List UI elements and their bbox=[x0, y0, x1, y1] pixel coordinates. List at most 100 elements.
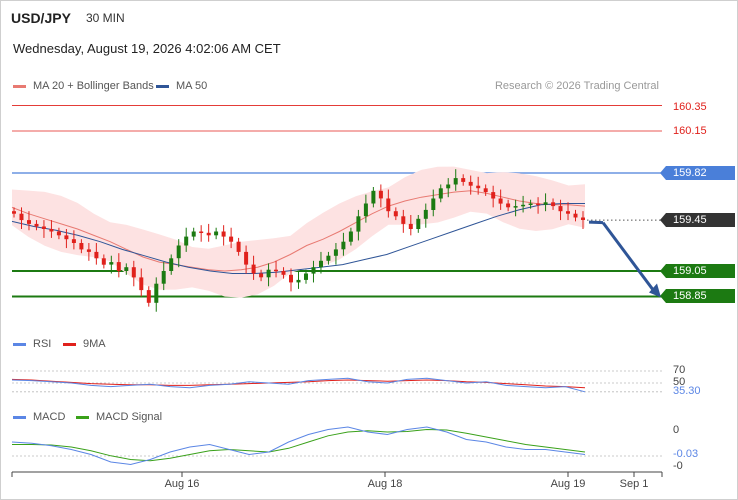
candle-body bbox=[34, 223, 39, 227]
candle-body bbox=[139, 277, 144, 291]
candle-body bbox=[543, 202, 548, 205]
candle-body bbox=[521, 204, 526, 207]
candle-body bbox=[416, 218, 421, 229]
candle-body bbox=[161, 271, 166, 284]
candle-body bbox=[236, 241, 241, 252]
candle-body bbox=[438, 188, 443, 199]
rsi-level-70: 70 bbox=[673, 364, 686, 376]
candle-body bbox=[333, 249, 338, 256]
candle-body bbox=[491, 192, 496, 199]
candle-body bbox=[319, 260, 323, 268]
candle-body bbox=[12, 211, 16, 214]
candle-body bbox=[483, 188, 488, 193]
x-label-aug16: Aug 16 bbox=[164, 478, 200, 490]
candle-body bbox=[528, 203, 533, 205]
candle-body bbox=[251, 264, 256, 274]
candle-body bbox=[176, 245, 181, 259]
candle-body bbox=[311, 267, 316, 274]
candle-body bbox=[169, 258, 174, 271]
candle-body bbox=[378, 190, 383, 199]
candle-body bbox=[191, 231, 196, 237]
legend-macd: MACD bbox=[13, 411, 65, 423]
candle-body bbox=[244, 251, 249, 265]
legend-rsi: RSI bbox=[13, 338, 51, 350]
candle-body bbox=[259, 273, 264, 278]
candle-body bbox=[573, 213, 578, 218]
candle-body bbox=[64, 235, 69, 240]
candle-body bbox=[41, 226, 46, 229]
candle-body bbox=[536, 203, 541, 205]
candle-body bbox=[581, 217, 585, 220]
candle-body bbox=[281, 271, 286, 275]
candle-body bbox=[393, 211, 398, 217]
rsi-swatch bbox=[13, 342, 26, 346]
candle-body bbox=[79, 243, 84, 250]
candle-body bbox=[513, 206, 518, 208]
macd-value: -0.03 bbox=[673, 448, 699, 460]
candle-body bbox=[206, 232, 211, 236]
candle-body bbox=[184, 236, 189, 246]
candle-body bbox=[101, 258, 106, 265]
macd-minus: -0 bbox=[673, 460, 683, 472]
candle-body bbox=[423, 209, 428, 219]
candle-body bbox=[558, 206, 563, 212]
candle-body bbox=[566, 211, 570, 214]
forecast-arrow-segment bbox=[588, 220, 604, 225]
candle-body bbox=[498, 198, 503, 204]
candle-body bbox=[326, 255, 331, 261]
pivot-tag: 159.82 bbox=[660, 166, 735, 180]
candle-body bbox=[71, 239, 76, 243]
candle-body bbox=[296, 279, 301, 283]
legend-macd-signal: MACD Signal bbox=[76, 411, 162, 423]
candle-body bbox=[229, 236, 234, 242]
candle-body bbox=[266, 269, 271, 278]
candle-body bbox=[116, 262, 121, 271]
candle-body bbox=[408, 223, 413, 229]
candle-body bbox=[506, 203, 511, 208]
macd-line bbox=[11, 426, 586, 466]
candle-body bbox=[363, 203, 368, 217]
candle-body bbox=[289, 274, 293, 283]
legend-rsi-ma-label: 9MA bbox=[83, 338, 106, 350]
support-1-tag: 159.05 bbox=[660, 264, 735, 278]
candle-body bbox=[221, 231, 226, 237]
resistance-2-label: 160.35 bbox=[673, 101, 707, 113]
candle-body bbox=[341, 241, 346, 250]
rsi-value: 35.30 bbox=[673, 385, 701, 397]
candle-body bbox=[131, 267, 136, 278]
x-label-aug18: Aug 18 bbox=[367, 478, 403, 490]
candle-body bbox=[94, 251, 99, 259]
macd-zero: 0 bbox=[673, 424, 680, 436]
legend-rsi-ma: 9MA bbox=[63, 338, 106, 350]
candle-body bbox=[461, 178, 466, 182]
candle-body bbox=[19, 213, 24, 221]
candle-body bbox=[371, 190, 376, 204]
rsi-line bbox=[11, 377, 586, 393]
candle-body bbox=[146, 290, 151, 303]
candle-body bbox=[431, 198, 436, 210]
candle-body bbox=[49, 229, 54, 232]
rsi-ma-line bbox=[11, 378, 586, 389]
chart-canvas bbox=[11, 105, 664, 477]
candle-body bbox=[109, 262, 114, 265]
candle-body bbox=[468, 181, 473, 186]
candle-body bbox=[356, 216, 361, 232]
candle-body bbox=[274, 269, 278, 272]
candle-body bbox=[551, 202, 556, 207]
candle-body bbox=[476, 185, 481, 189]
candle-body bbox=[27, 220, 31, 224]
candle-body bbox=[453, 178, 458, 185]
candle-body bbox=[86, 249, 91, 252]
rsi-ma-swatch bbox=[63, 342, 76, 346]
x-label-sep1: Sep 1 bbox=[619, 478, 649, 490]
candle-body bbox=[214, 231, 219, 236]
candle-body bbox=[199, 231, 204, 233]
forecast-arrow-line bbox=[601, 221, 657, 294]
candle-body bbox=[348, 231, 353, 242]
legend-macd-signal-label: MACD Signal bbox=[96, 411, 163, 423]
candle-body bbox=[446, 184, 451, 189]
candle-body bbox=[304, 273, 308, 280]
candle-body bbox=[154, 283, 159, 303]
resistance-1-label: 160.15 bbox=[673, 125, 707, 137]
support-2-tag: 158.85 bbox=[660, 289, 735, 303]
